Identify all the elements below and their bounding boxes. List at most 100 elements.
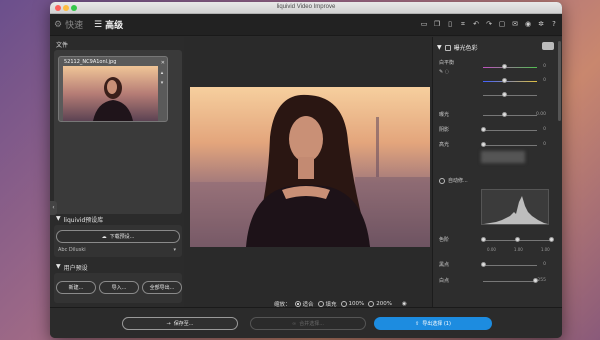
- neutral-slider-knob[interactable]: [502, 92, 507, 97]
- magic-wand-icon: ⚙: [54, 19, 63, 30]
- move-up-icon[interactable]: ▴: [161, 70, 165, 76]
- white-point-slider[interactable]: [483, 281, 537, 282]
- adjustments-panel: ▼ 曝光色彩 白平衡 ✎ ◌ 0 0 曝光 0.00 阴影 0 高光 0 自动修…: [432, 37, 562, 307]
- tone-label: 色阶: [439, 237, 450, 243]
- export-all-presets-button[interactable]: 全部导出...: [142, 281, 182, 294]
- app-window: liquivid Video Improve ⚙ 快速 ☰ 高级 ▭ ❐ ▯ ⌗…: [50, 2, 562, 338]
- file-thumbnail-image[interactable]: [63, 66, 158, 121]
- user-presets-header[interactable]: ▼ 用户预设: [56, 263, 88, 272]
- blurred-region: [481, 151, 525, 163]
- wb-tint-value: 0: [543, 64, 546, 69]
- paste-icon[interactable]: ▯: [446, 20, 454, 28]
- help-icon[interactable]: ?: [550, 20, 558, 28]
- library-list-item[interactable]: Abc Diluski ▾: [58, 247, 176, 253]
- crop-icon[interactable]: ⌗: [459, 20, 467, 28]
- shadows-label: 阴影: [439, 127, 450, 133]
- library-box: ☁ 下载预设... Abc Diluski ▾: [54, 225, 182, 257]
- cloud-download-icon: ☁: [101, 233, 107, 240]
- wb-tint-slider[interactable]: [483, 67, 537, 68]
- library-item-label: Abc Diluski: [58, 247, 86, 253]
- mode-quick-label: 快速: [65, 21, 84, 31]
- triangle-down-icon: ▼: [56, 215, 61, 222]
- download-presets-button[interactable]: ☁ 下载预设...: [56, 230, 180, 243]
- panel-scrollbar[interactable]: [558, 41, 561, 121]
- file-name: 52112_NC9A1onl.jpg: [64, 59, 117, 65]
- library-header-label: liquivid预设库: [63, 217, 104, 224]
- mode-advanced-tab[interactable]: ☰ 高级: [94, 18, 123, 32]
- tone-tick-label: 1.00: [540, 247, 550, 252]
- tone-ticks: 0.00 1.00 1.00: [487, 247, 550, 252]
- save-to-button[interactable]: → 保存至...: [122, 317, 238, 330]
- highlights-knob[interactable]: [481, 142, 486, 147]
- settings-icon[interactable]: ✲: [537, 20, 545, 28]
- merge-selection-label: 合并选择...: [299, 321, 324, 327]
- sliders-icon: ☰: [94, 19, 103, 30]
- download-presets-label: 下载预设...: [109, 234, 135, 240]
- file-list[interactable]: 52112_NC9A1onl.jpg ✕ ▴ ▾: [54, 50, 182, 214]
- shadows-slider[interactable]: [483, 130, 537, 131]
- white-balance-label: 白平衡: [439, 60, 455, 66]
- tone-knob-high[interactable]: [549, 237, 554, 242]
- mail-icon[interactable]: ✉: [511, 20, 519, 28]
- title-bar: liquivid Video Improve: [50, 2, 562, 14]
- black-point-slider[interactable]: [483, 265, 537, 266]
- user-icon[interactable]: ◉: [524, 20, 532, 28]
- section-enable-checkbox[interactable]: [444, 44, 451, 51]
- auto-label: 自动修...: [448, 178, 468, 184]
- tone-tick-label: 1.00: [513, 247, 523, 252]
- left-panel: 文件 52112_NC9A1onl.jpg ✕ ▴ ▾ ‹ ▼ liquivid…: [50, 37, 184, 307]
- exposure-color-header[interactable]: ▼ 曝光色彩: [437, 43, 478, 52]
- tone-knob-low[interactable]: [481, 237, 486, 242]
- tone-knob-mid[interactable]: [515, 237, 520, 242]
- highlights-label: 高光: [439, 142, 450, 148]
- link-icon: ∞: [292, 320, 297, 327]
- new-preset-button[interactable]: 新建...: [56, 281, 96, 294]
- wb-temp-slider[interactable]: [483, 81, 537, 82]
- collapse-panel-button[interactable]: ‹: [50, 201, 57, 215]
- exposure-knob[interactable]: [502, 112, 507, 117]
- bottom-bar: → 保存至... ∞ 合并选择... ⇪ 导出选择 (1): [50, 307, 562, 338]
- preview-image[interactable]: [190, 87, 430, 247]
- compare-toggle[interactable]: [542, 42, 554, 50]
- triangle-down-icon: ▼: [56, 263, 61, 270]
- file-thumbnail-card[interactable]: 52112_NC9A1onl.jpg ✕ ▴ ▾: [58, 56, 168, 122]
- auto-row[interactable]: 自动修...: [439, 177, 468, 184]
- wb-tint-knob[interactable]: [502, 64, 507, 69]
- black-point-label: 黑点: [439, 262, 450, 268]
- library-header[interactable]: ▼ liquivid预设库: [56, 215, 103, 224]
- shadows-value: 0: [543, 127, 546, 132]
- arrow-right-icon: →: [166, 320, 171, 327]
- folder-icon[interactable]: ▭: [420, 20, 428, 28]
- tone-tick-label: 0.00: [487, 247, 496, 252]
- merge-selection-button[interactable]: ∞ 合并选择...: [250, 317, 366, 330]
- exposure-label: 曝光: [439, 112, 450, 118]
- auto-toggle-icon: [439, 177, 445, 184]
- shadows-knob[interactable]: [481, 127, 486, 132]
- undo-icon[interactable]: ↶: [472, 20, 480, 28]
- remove-file-icon[interactable]: ✕: [161, 60, 165, 66]
- neutral-slider[interactable]: [483, 95, 537, 96]
- redo-icon[interactable]: ↷: [485, 20, 493, 28]
- black-point-knob[interactable]: [481, 262, 486, 267]
- highlights-slider[interactable]: [483, 145, 537, 146]
- dropdown-arrow-icon: ▾: [173, 247, 176, 253]
- user-presets-label: 用户预设: [63, 265, 88, 272]
- copy-icon[interactable]: ❐: [433, 20, 441, 28]
- toolbar: ⚙ 快速 ☰ 高级 ▭ ❐ ▯ ⌗ ↶ ↷ ▢ ✉ ◉ ✲ ?: [50, 14, 562, 36]
- black-point-value: 0: [543, 262, 546, 267]
- preview-area: 缩放： 适合 填充 100% 200% ◉: [184, 37, 432, 308]
- export-selection-button[interactable]: ⇪ 导出选择 (1): [374, 317, 492, 330]
- user-presets-box: 新建... 导入... 全部导出...: [54, 273, 182, 303]
- white-point-label: 白点: [439, 278, 450, 284]
- move-down-icon[interactable]: ▾: [161, 80, 165, 86]
- chat-icon[interactable]: ▢: [498, 20, 506, 28]
- wb-temp-knob[interactable]: [502, 78, 507, 83]
- save-to-label: 保存至...: [173, 321, 194, 327]
- exposure-color-label: 曝光色彩: [453, 45, 478, 52]
- eyedropper-icon[interactable]: ✎ ◌: [439, 69, 449, 75]
- export-selection-label: 导出选择 (1): [422, 321, 451, 327]
- exposure-slider[interactable]: [483, 115, 537, 116]
- export-icon: ⇪: [415, 320, 420, 327]
- mode-quick-tab[interactable]: ⚙ 快速: [54, 18, 84, 32]
- import-preset-button[interactable]: 导入...: [99, 281, 139, 294]
